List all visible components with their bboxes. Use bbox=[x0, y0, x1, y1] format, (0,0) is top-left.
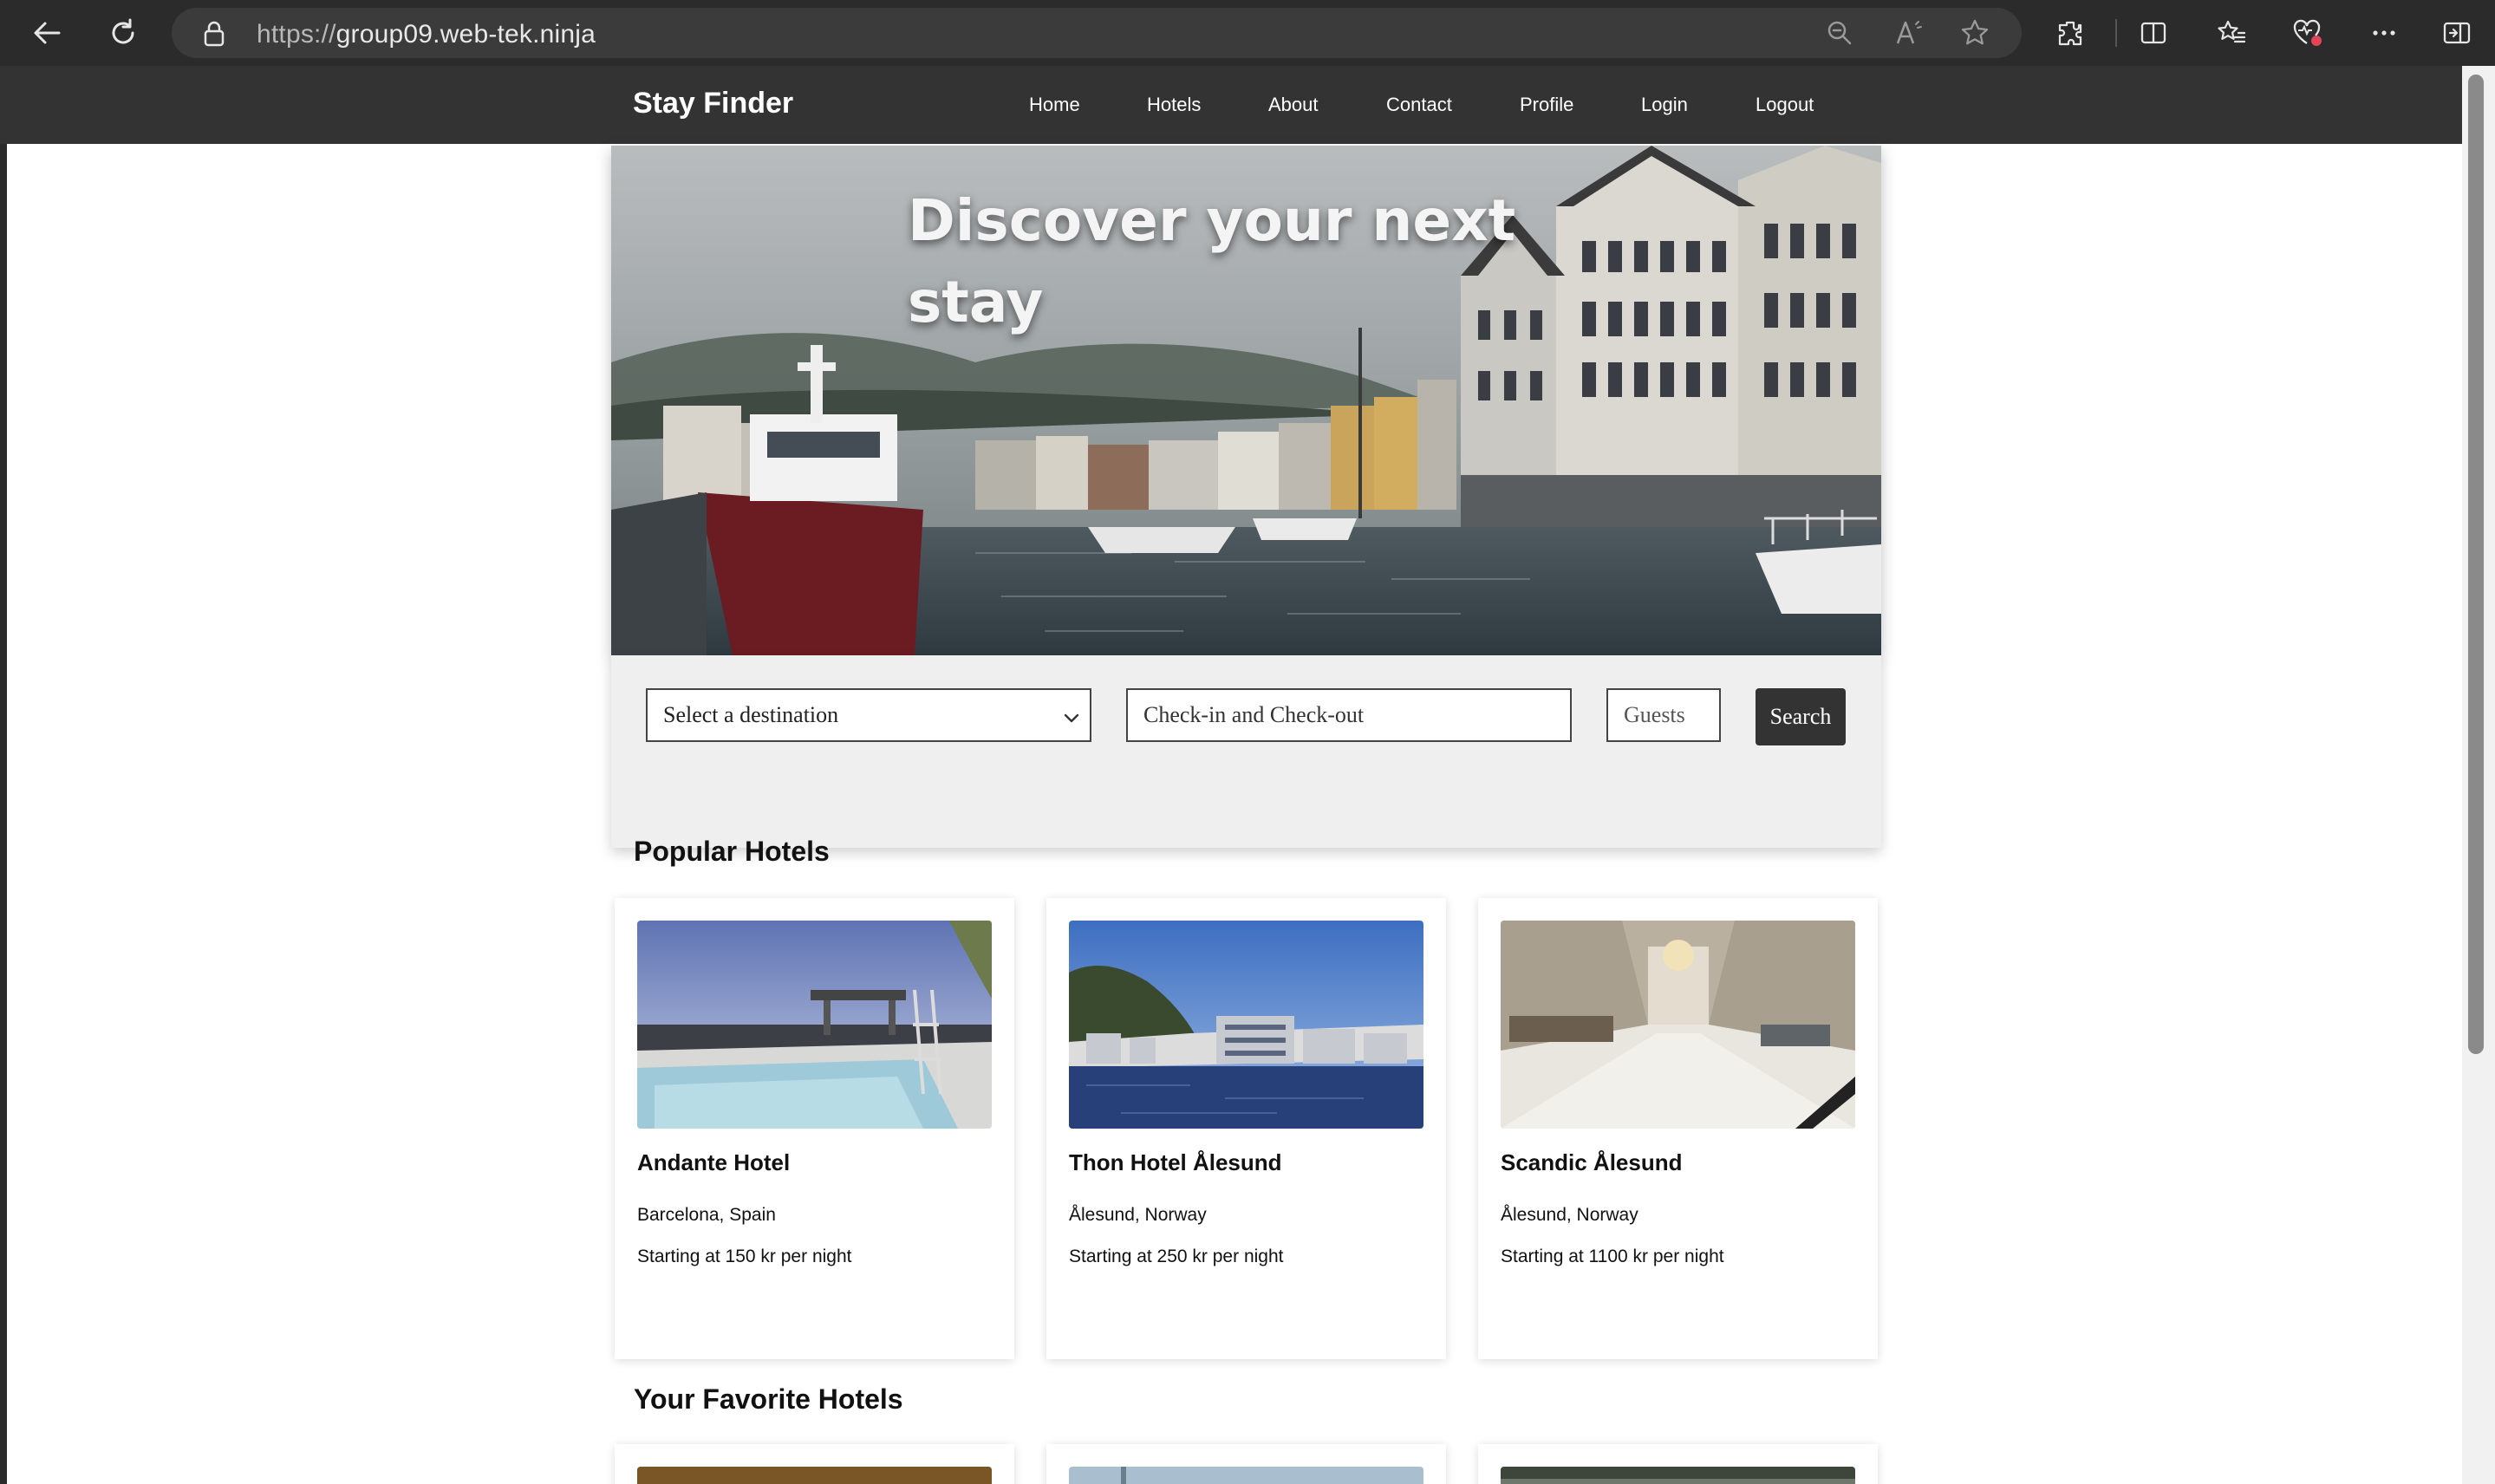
nav-link-home[interactable]: Home bbox=[1029, 94, 1080, 116]
window-edge bbox=[0, 144, 7, 1484]
url-text[interactable]: https://group09.web-tek.ninja bbox=[257, 20, 596, 49]
page-viewport: Stay Finder Home Hotels About Contact Pr… bbox=[0, 66, 2495, 1484]
nav-link-profile[interactable]: Profile bbox=[1520, 94, 1573, 116]
date-range-input[interactable]: Check-in and Check-out bbox=[1126, 688, 1572, 742]
address-bar[interactable]: https://group09.web-tek.ninja bbox=[172, 8, 2022, 58]
date-range-placeholder: Check-in and Check-out bbox=[1143, 702, 1365, 727]
nav-link-about[interactable]: About bbox=[1268, 94, 1319, 116]
nav-link-logout[interactable]: Logout bbox=[1756, 94, 1814, 116]
hotel-card[interactable]: Thon Hotel Ålesund Ålesund, Norway Start… bbox=[1046, 898, 1446, 1359]
hotel-name[interactable]: Thon Hotel Ålesund bbox=[1069, 1149, 1282, 1176]
hotel-name[interactable]: Scandic Ålesund bbox=[1501, 1149, 1683, 1176]
url-protocol: https:// bbox=[257, 20, 336, 49]
hotel-location: Ålesund, Norway bbox=[1501, 1205, 1638, 1225]
browser-essentials-icon[interactable] bbox=[2290, 16, 2325, 50]
hotel-image[interactable] bbox=[1501, 1467, 1855, 1484]
back-icon[interactable] bbox=[26, 12, 68, 54]
hotel-card[interactable]: Andante Hotel Barcelona, Spain Starting … bbox=[615, 898, 1014, 1359]
guests-input[interactable]: Guests bbox=[1606, 688, 1721, 742]
hotel-image[interactable] bbox=[637, 1467, 992, 1484]
guests-placeholder: Guests bbox=[1624, 702, 1685, 727]
extensions-icon[interactable] bbox=[2053, 16, 2088, 50]
lock-icon[interactable] bbox=[203, 21, 225, 51]
hotel-name[interactable]: Andante Hotel bbox=[637, 1149, 790, 1176]
hero-title: Discover your next stay bbox=[908, 187, 1516, 335]
destination-select-value: Select a destination bbox=[663, 702, 839, 727]
favorite-hotel-card[interactable] bbox=[1046, 1444, 1446, 1484]
nav-link-login[interactable]: Login bbox=[1641, 94, 1688, 116]
search-panel: Select a destination Check-in and Check-… bbox=[611, 655, 1881, 848]
favorite-hotel-card[interactable] bbox=[615, 1444, 1014, 1484]
read-aloud-icon[interactable] bbox=[1893, 17, 1925, 49]
nav-link-contact[interactable]: Contact bbox=[1386, 94, 1452, 116]
hotel-price: Starting at 1100 kr per night bbox=[1501, 1246, 1724, 1266]
favorites-list-icon[interactable] bbox=[2214, 16, 2249, 50]
search-button[interactable]: Search bbox=[1756, 688, 1846, 745]
browser-toolbar: https://group09.web-tek.ninja bbox=[0, 0, 2495, 66]
hotel-price: Starting at 250 kr per night bbox=[1069, 1246, 1284, 1266]
scrollbar-thumb[interactable] bbox=[2468, 75, 2484, 1054]
refresh-icon[interactable] bbox=[102, 12, 144, 54]
destination-select[interactable]: Select a destination bbox=[646, 688, 1091, 742]
chevron-down-icon bbox=[1062, 707, 1081, 733]
favorite-star-icon[interactable] bbox=[1959, 17, 1990, 49]
nav-link-hotels[interactable]: Hotels bbox=[1147, 94, 1201, 116]
favorite-hotel-card[interactable] bbox=[1478, 1444, 1878, 1484]
sidebar-icon[interactable] bbox=[2440, 16, 2474, 50]
split-screen-icon[interactable] bbox=[2136, 16, 2171, 50]
zoom-out-icon[interactable] bbox=[1824, 17, 1855, 49]
hotel-image[interactable] bbox=[637, 921, 992, 1129]
hotel-location: Ålesund, Norway bbox=[1069, 1205, 1207, 1225]
popular-hotels-heading: Popular Hotels bbox=[634, 836, 830, 867]
hotel-image[interactable] bbox=[1501, 921, 1855, 1129]
more-icon[interactable] bbox=[2367, 16, 2401, 50]
site-navbar: Stay Finder Home Hotels About Contact Pr… bbox=[0, 66, 2462, 144]
hotel-image[interactable] bbox=[1069, 1467, 1423, 1484]
hotel-image[interactable] bbox=[1069, 921, 1423, 1129]
site-brand[interactable]: Stay Finder bbox=[633, 87, 793, 120]
url-host: group09.web-tek.ninja bbox=[335, 20, 596, 49]
toolbar-divider bbox=[2115, 19, 2117, 47]
hotel-location: Barcelona, Spain bbox=[637, 1205, 776, 1225]
hotel-card[interactable]: Scandic Ålesund Ålesund, Norway Starting… bbox=[1478, 898, 1878, 1359]
favorite-hotels-heading: Your Favorite Hotels bbox=[634, 1383, 903, 1415]
hotel-price: Starting at 150 kr per night bbox=[637, 1246, 852, 1266]
hero-banner: Discover your next stay bbox=[611, 146, 1881, 655]
